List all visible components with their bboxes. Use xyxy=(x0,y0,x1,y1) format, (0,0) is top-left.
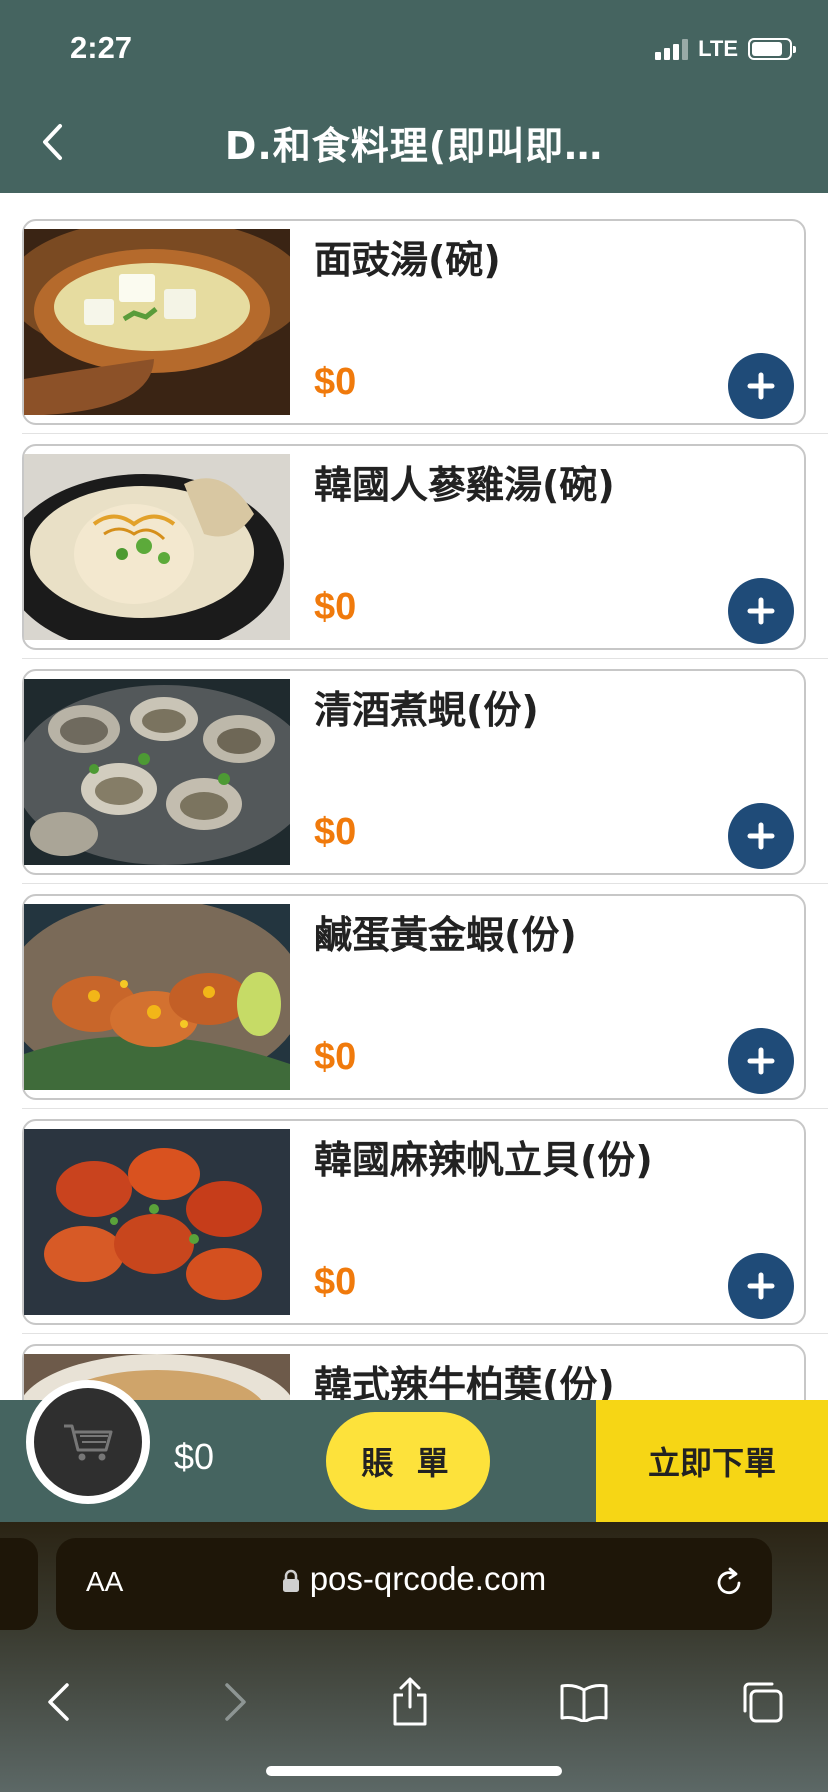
url-text: pos-qrcode.com xyxy=(309,1560,547,1597)
place-order-button[interactable]: 立即下單 xyxy=(596,1400,828,1522)
signal-icon xyxy=(655,38,689,60)
status-time: 2:27 xyxy=(70,30,133,65)
share-icon xyxy=(393,1677,427,1726)
browser-toolbar: AA pos-qrcode.com xyxy=(0,1522,828,1792)
item-name: 韓式辣牛柏葉(份) xyxy=(314,1363,615,1400)
menu-item[interactable]: 韓式辣牛柏葉(份) xyxy=(22,1344,806,1400)
cart-button[interactable] xyxy=(26,1380,150,1504)
lock-icon xyxy=(282,1570,299,1593)
sake-clams-image xyxy=(24,679,290,865)
tabs-icon xyxy=(743,1682,783,1723)
item-name: 鹹蛋黃金蝦(份) xyxy=(314,913,577,957)
bookmarks-button[interactable] xyxy=(556,1674,612,1730)
divider xyxy=(22,658,828,659)
browser-nav xyxy=(0,1652,828,1752)
item-price: $0 xyxy=(314,1036,357,1078)
browser-back-button[interactable] xyxy=(30,1674,86,1730)
item-price: $0 xyxy=(314,586,357,628)
divider xyxy=(22,433,828,434)
plus-icon xyxy=(747,597,775,625)
plus-icon xyxy=(747,1047,775,1075)
miso-soup-image xyxy=(24,229,290,415)
share-button[interactable] xyxy=(382,1674,438,1730)
menu-item[interactable]: 清酒煮蜆(份) $0 xyxy=(22,669,806,875)
add-to-cart-button[interactable] xyxy=(728,1253,794,1319)
item-name: 面豉湯(碗) xyxy=(314,238,501,282)
chevron-left-icon xyxy=(48,1683,69,1721)
status-indicators: LTE xyxy=(655,36,796,62)
book-icon xyxy=(560,1684,608,1722)
item-name: 韓國人蔘雞湯(碗) xyxy=(314,463,615,507)
item-name: 清酒煮蜆(份) xyxy=(314,688,539,732)
item-price: $0 xyxy=(314,361,357,403)
home-indicator xyxy=(266,1766,562,1776)
order-bar: $0 賬 單 立即下單 xyxy=(0,1380,828,1522)
address-bar[interactable]: AA pos-qrcode.com xyxy=(56,1538,772,1630)
shopping-cart-icon xyxy=(64,1424,113,1461)
menu-list[interactable]: 面豉湯(碗) $0 韓國人蔘雞湯(碗) $0 清酒煮蜆(份) $0 鹹蛋黃金蝦(… xyxy=(0,193,828,1400)
battery-icon xyxy=(748,38,796,60)
divider xyxy=(22,1333,828,1334)
tabs-button[interactable] xyxy=(734,1674,790,1730)
plus-icon xyxy=(747,822,775,850)
page-title: D.和食料理(即叫即… xyxy=(224,124,604,168)
bill-button[interactable]: 賬 單 xyxy=(326,1412,490,1510)
url-display[interactable]: pos-qrcode.com xyxy=(56,1560,772,1598)
item-price: $0 xyxy=(314,1261,357,1303)
browser-forward-button[interactable] xyxy=(208,1674,264,1730)
divider xyxy=(22,883,828,884)
previous-tab-peek[interactable] xyxy=(0,1538,38,1630)
ginseng-chicken-soup-image xyxy=(24,454,290,640)
add-to-cart-button[interactable] xyxy=(728,1028,794,1094)
add-to-cart-button[interactable] xyxy=(728,803,794,869)
add-to-cart-button[interactable] xyxy=(728,353,794,419)
menu-item[interactable]: 韓國麻辣帆立貝(份) $0 xyxy=(22,1119,806,1325)
app-header: 2:27 LTE D.和食料理(即叫即… xyxy=(0,0,828,193)
menu-item[interactable]: 韓國人蔘雞湯(碗) $0 xyxy=(22,444,806,650)
add-to-cart-button[interactable] xyxy=(728,578,794,644)
divider xyxy=(22,1108,828,1109)
plus-icon xyxy=(747,372,775,400)
menu-item[interactable]: 面豉湯(碗) $0 xyxy=(22,219,806,425)
spicy-scallops-image xyxy=(24,1129,290,1315)
salted-egg-shrimp-image xyxy=(24,904,290,1090)
item-name: 韓國麻辣帆立貝(份) xyxy=(314,1138,653,1182)
menu-item[interactable]: 鹹蛋黃金蝦(份) $0 xyxy=(22,894,806,1100)
reload-icon xyxy=(717,1567,741,1595)
reload-button[interactable] xyxy=(712,1566,746,1604)
item-price: $0 xyxy=(314,811,357,853)
network-label: LTE xyxy=(698,36,738,61)
cart-total: $0 xyxy=(174,1436,215,1477)
chevron-right-icon xyxy=(225,1683,246,1721)
plus-icon xyxy=(747,1272,775,1300)
